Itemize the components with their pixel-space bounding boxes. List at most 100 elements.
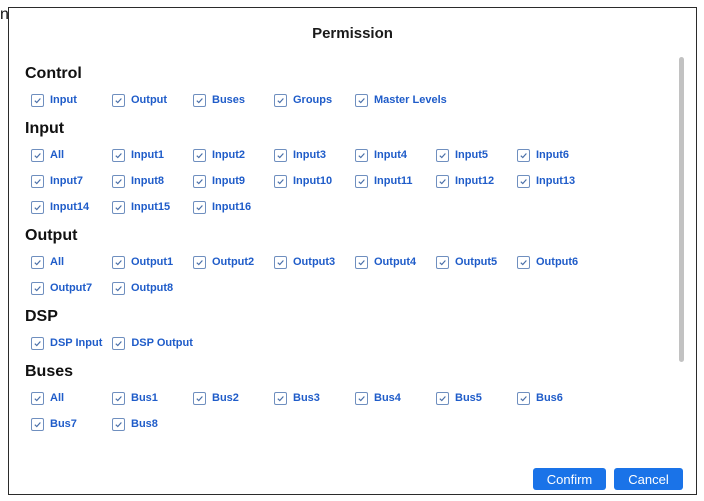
checkbox-input-input16[interactable]: Input16 [193,200,274,214]
checkbox-label: Output6 [536,256,579,268]
dialog-title: Permission [312,25,393,42]
checkbox-control-input[interactable]: Input [31,93,112,107]
checkmark-icon [355,391,368,405]
checkbox-buses-bus3[interactable]: Bus3 [274,391,355,405]
checkmark-icon [517,174,530,188]
checkbox-control-master-levels[interactable]: Master Levels [355,93,475,107]
checkbox-label: Input8 [131,175,164,187]
checkbox-input-input10[interactable]: Input10 [274,174,355,188]
checkmark-icon [193,174,206,188]
checkbox-label: Output3 [293,256,336,268]
checkbox-control-groups[interactable]: Groups [274,93,355,107]
checkbox-label: DSP Input [50,337,103,349]
checkbox-input-input11[interactable]: Input11 [355,174,436,188]
checkbox-label: DSP Output [131,337,193,349]
checkmark-icon [112,93,125,107]
checkbox-label: Input7 [50,175,83,187]
checkmark-icon [193,148,206,162]
checkbox-output-output1[interactable]: Output1 [112,255,193,269]
checkbox-label: Bus8 [131,418,158,430]
checkmark-icon [112,417,125,431]
checkbox-label: Input14 [50,201,90,213]
checkmark-icon [517,148,530,162]
checkbox-buses-bus4[interactable]: Bus4 [355,391,436,405]
checkbox-output-output2[interactable]: Output2 [193,255,274,269]
checkbox-label: Output5 [455,256,498,268]
checkbox-buses-bus8[interactable]: Bus8 [112,417,193,431]
checkbox-group-dsp: DSP Input DSP Output [31,330,675,356]
checkbox-input-input6[interactable]: Input6 [517,148,598,162]
checkbox-group-buses: All Bus1 Bus2 Bus3 Bus4 Bus5 Bus6 Bus7 Bus8 [31,385,675,437]
checkbox-label: Bus1 [131,392,158,404]
checkbox-label: Input1 [131,149,164,161]
checkbox-label: Bus5 [455,392,482,404]
checkbox-buses-bus6[interactable]: Bus6 [517,391,598,405]
checkbox-label: Bus4 [374,392,401,404]
checkbox-dsp-dsp-input[interactable]: DSP Input [31,336,103,350]
checkmark-icon [355,174,368,188]
checkbox-input-input3[interactable]: Input3 [274,148,355,162]
checkbox-output-output7[interactable]: Output7 [31,281,112,295]
checkbox-output-output6[interactable]: Output6 [517,255,598,269]
checkbox-label: Buses [212,94,246,106]
checkbox-input-input7[interactable]: Input7 [31,174,112,188]
checkbox-control-buses[interactable]: Buses [193,93,274,107]
checkbox-buses-bus5[interactable]: Bus5 [436,391,517,405]
checkbox-input-input9[interactable]: Input9 [193,174,274,188]
checkbox-buses-bus1[interactable]: Bus1 [112,391,193,405]
checkbox-input-input12[interactable]: Input12 [436,174,517,188]
checkmark-icon [274,391,287,405]
checkbox-input-input4[interactable]: Input4 [355,148,436,162]
checkbox-input-input5[interactable]: Input5 [436,148,517,162]
permission-dialog: Permission Control Input Output Buses Groups… [8,7,697,495]
checkbox-input-input13[interactable]: Input13 [517,174,598,188]
checkbox-input-input8[interactable]: Input8 [112,174,193,188]
checkbox-input-input15[interactable]: Input15 [112,200,193,214]
checkbox-input-all[interactable]: All [31,148,112,162]
checkmark-icon [355,93,368,107]
checkmark-icon [355,255,368,269]
vertical-scrollbar[interactable] [679,57,684,362]
checkbox-dsp-dsp-output[interactable]: DSP Output [112,336,193,350]
checkbox-output-output3[interactable]: Output3 [274,255,355,269]
checkmark-icon [112,148,125,162]
checkbox-buses-all[interactable]: All [31,391,112,405]
checkbox-output-all[interactable]: All [31,255,112,269]
checkbox-label: Input16 [212,201,252,213]
checkmark-icon [436,148,449,162]
checkbox-input-input2[interactable]: Input2 [193,148,274,162]
checkmark-icon [112,200,125,214]
checkbox-control-output[interactable]: Output [112,93,193,107]
checkmark-icon [436,174,449,188]
checkmark-icon [31,174,44,188]
checkmark-icon [193,391,206,405]
confirm-button[interactable]: Confirm [533,468,606,490]
checkbox-output-output8[interactable]: Output8 [112,281,193,295]
checkbox-input-input1[interactable]: Input1 [112,148,193,162]
checkbox-label: All [50,256,65,268]
checkbox-label: Input4 [374,149,407,161]
checkmark-icon [436,255,449,269]
checkbox-input-input14[interactable]: Input14 [31,200,112,214]
checkbox-label: Input3 [293,149,326,161]
checkmark-icon [31,391,44,405]
checkbox-buses-bus7[interactable]: Bus7 [31,417,112,431]
checkbox-buses-bus2[interactable]: Bus2 [193,391,274,405]
checkmark-icon [112,281,125,295]
checkbox-label: Input13 [536,175,576,187]
checkbox-label: Input12 [455,175,495,187]
checkmark-icon [274,93,287,107]
checkmark-icon [193,200,206,214]
checkmark-icon [112,391,125,405]
checkbox-output-output4[interactable]: Output4 [355,255,436,269]
checkmark-icon [31,281,44,295]
checkbox-output-output5[interactable]: Output5 [436,255,517,269]
checkbox-label: Input5 [455,149,488,161]
checkmark-icon [31,417,44,431]
permission-list: Control Input Output Buses Groups Master Leve… [25,58,675,437]
checkbox-label: Output7 [50,282,93,294]
checkmark-icon [31,93,44,107]
cancel-button[interactable]: Cancel [614,468,683,490]
checkmark-icon [31,255,44,269]
checkmark-icon [31,200,44,214]
